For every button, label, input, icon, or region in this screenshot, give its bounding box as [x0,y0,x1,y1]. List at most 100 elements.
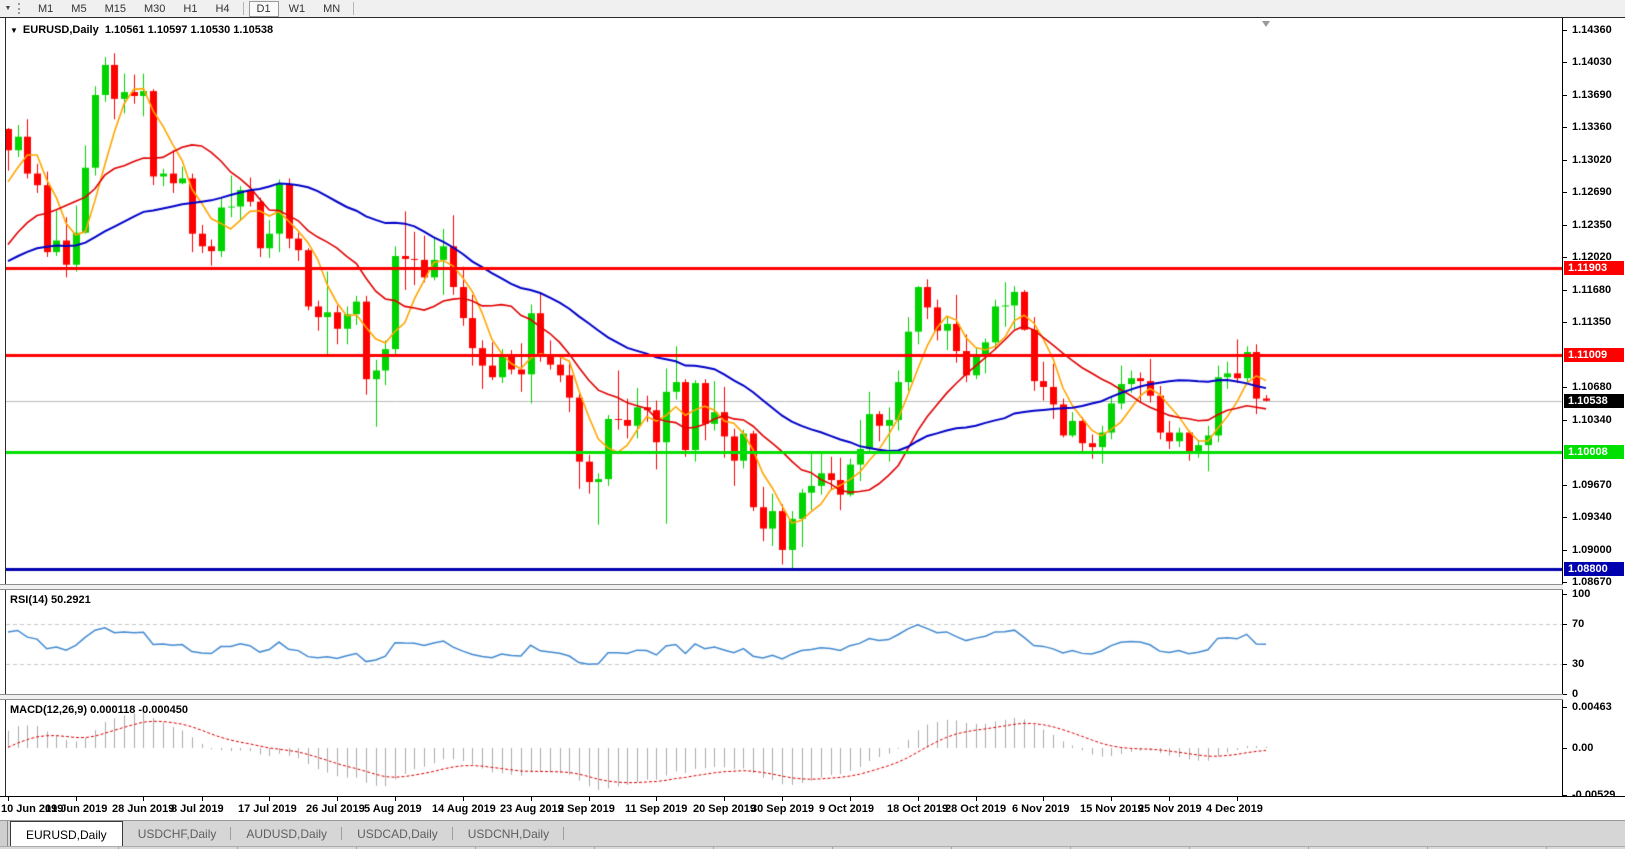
price-label: 1.12690 [1572,186,1612,198]
price-axis[interactable]: 1.14360 1.14030 1.13690 1.13360 1.13020 1.126… [1562,18,1625,796]
rsi-header: RSI(14) 50.2921 [10,594,91,606]
price-tick [1563,30,1567,31]
price-tick [1563,517,1567,518]
date-tick [531,797,532,801]
rsi-label: 70 [1572,618,1584,630]
date-label: 4 Dec 2019 [1206,803,1263,815]
price-label: 1.09340 [1572,511,1612,523]
date-tick [589,797,590,801]
date-label: 28 Jun 2019 [112,803,174,815]
chart-tab-usdcad[interactable]: USDCAD,Daily [342,821,453,847]
date-label: 18 Oct 2019 [887,803,948,815]
level-price-tag: 1.11903 [1564,261,1624,275]
date-label: 6 Nov 2019 [1012,803,1069,815]
price-label: 1.10680 [1572,381,1612,393]
chart-tab-usdcnh[interactable]: USDCNH,Daily [453,821,564,847]
rsi-macd-resize-handle[interactable] [0,694,1563,700]
price-label: 1.13690 [1572,89,1612,101]
date-tick [395,797,396,801]
timeframe-button-w1[interactable]: W1 [281,1,314,17]
rsi-label: 30 [1572,658,1584,670]
ohlc-values: 1.10561 1.10597 1.10530 1.10538 [105,24,273,36]
rsi-label: 100 [1572,588,1590,600]
price-label: 1.13360 [1572,121,1612,133]
timeframe-button-h4[interactable]: H4 [207,1,237,17]
rsi-canvas[interactable] [6,590,1563,694]
timeframe-button-m1[interactable]: M1 [30,1,61,17]
date-label: 14 Aug 2019 [432,803,496,815]
date-label: 20 Sep 2019 [693,803,756,815]
chart-dropdown-icon[interactable]: ▼ [0,5,16,12]
chart-tab-audusd[interactable]: AUDUSD,Daily [231,821,342,847]
price-label: 1.11680 [1572,284,1611,296]
chart-window: ▼ EURUSD,Daily 1.10561 1.10597 1.10530 1.… [0,17,1625,849]
chart-tab-usdchf[interactable]: USDCHF,Daily [123,821,232,847]
price-tick [1563,485,1567,486]
timeframe-button-m15[interactable]: M15 [97,1,134,17]
price-tick [1563,582,1567,583]
price-tick [1563,192,1567,193]
date-tick [269,797,270,801]
chart-tab-bar: EURUSD,DailyUSDCHF,DailyAUDUSD,DailyUSDC… [0,820,1625,847]
date-label: 28 Oct 2019 [945,803,1006,815]
timeframe-button-h1[interactable]: H1 [175,1,205,17]
timeframe-buttons: M1M5M15M30H1H4 D1W1MN [29,1,358,17]
main-rsi-resize-handle[interactable] [0,584,1563,590]
price-chart-canvas[interactable] [6,20,1563,584]
date-tick [1111,797,1112,801]
price-label: 1.13020 [1572,154,1612,166]
collapse-arrow-icon[interactable]: ▼ [10,26,18,35]
macd-label: 0.00 [1572,742,1593,754]
macd-canvas[interactable] [6,700,1563,796]
price-label: 1.12350 [1572,219,1612,231]
price-tick [1563,550,1567,551]
rsi-tick [1563,624,1567,625]
macd-tick [1563,748,1567,749]
rsi-tick [1563,664,1567,665]
date-tick [918,797,919,801]
date-tick [1169,797,1170,801]
price-tick [1563,322,1567,323]
price-tick [1563,62,1567,63]
toolbar-grip[interactable] [18,3,25,14]
date-label: 2 Sep 2019 [558,803,615,815]
date-tick [1043,797,1044,801]
date-tick [202,797,203,801]
date-tick [850,797,851,801]
price-tick [1563,95,1567,96]
price-label: 1.10340 [1572,414,1612,426]
rsi-label: 0 [1572,688,1578,700]
date-tick [337,797,338,801]
price-tick [1563,127,1567,128]
window-left-edge [0,18,6,796]
macd-values: 0.000118 -0.000450 [90,704,188,716]
timeframe-button-m30[interactable]: M30 [136,1,173,17]
date-tick [76,797,77,801]
date-tick [463,797,464,801]
price-tick [1563,257,1567,258]
date-label: 8 Jul 2019 [171,803,224,815]
price-label: 1.08670 [1572,576,1612,588]
date-label: 25 Nov 2019 [1138,803,1202,815]
price-tick [1563,160,1567,161]
date-label: 30 Sep 2019 [751,803,814,815]
timeframe-button-d1[interactable]: D1 [249,1,279,17]
price-label: 1.14030 [1572,56,1612,68]
timeframe-button-mn[interactable]: MN [315,1,348,17]
price-tick [1563,290,1567,291]
macd-header: MACD(12,26,9) 0.000118 -0.000450 [10,704,188,716]
date-tick [782,797,783,801]
price-tick [1563,420,1567,421]
timeframe-button-m5[interactable]: M5 [63,1,94,17]
tabbar-grip[interactable] [0,821,8,847]
date-label: 19 Jun 2019 [45,803,107,815]
date-tick [1237,797,1238,801]
level-price-tag: 1.10008 [1564,445,1624,459]
chart-tab-eurusd[interactable]: EURUSD,Daily [10,821,123,847]
rsi-tick [1563,594,1567,595]
price-label: 1.14360 [1572,24,1612,36]
date-label: 15 Nov 2019 [1080,803,1144,815]
date-label: 23 Aug 2019 [500,803,564,815]
date-tick [976,797,977,801]
timeframe-toolbar: ▼ M1M5M15M30H1H4 D1W1MN [0,0,1625,18]
